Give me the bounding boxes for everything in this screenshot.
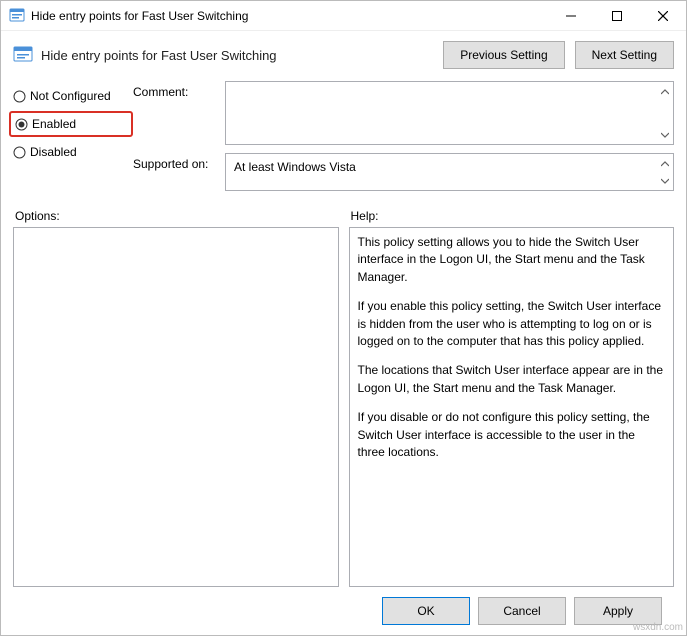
window-controls [548,1,686,31]
maximize-button[interactable] [594,1,640,31]
scroll-up-icon[interactable] [656,156,673,171]
radio-label: Disabled [30,145,77,159]
radio-enabled[interactable]: Enabled [9,111,133,137]
watermark-text: wsxdn.com [633,622,683,633]
options-label: Options: [13,203,339,227]
minimize-button[interactable] [548,1,594,31]
content-area: Not Configured Enabled Disabled Comment: [1,73,686,635]
help-box[interactable]: This policy setting allows you to hide t… [349,227,675,587]
radio-label: Enabled [32,117,76,131]
scroll-down-icon[interactable] [656,173,673,188]
scroll-down-icon[interactable] [656,127,673,142]
comment-row: Comment: [133,81,674,145]
fields-column: Comment: Supported on: At least Windows … [133,81,674,199]
header-row: Hide entry points for Fast User Switchin… [1,31,686,73]
help-text: If you disable or do not configure this … [358,409,666,461]
supported-value: At least Windows Vista [234,160,356,174]
help-text: The locations that Switch User interface… [358,362,666,397]
panels-row: Options: Help: This policy setting allow… [13,203,674,587]
previous-setting-button[interactable]: Previous Setting [443,41,564,69]
help-text: This policy setting allows you to hide t… [358,234,666,286]
radio-not-configured[interactable]: Not Configured [13,83,133,109]
apply-button[interactable]: Apply [574,597,662,625]
help-label: Help: [349,203,675,227]
help-text: If you enable this policy setting, the S… [358,298,666,350]
policy-icon [9,8,25,24]
page-heading: Hide entry points for Fast User Switchin… [41,48,433,63]
config-row: Not Configured Enabled Disabled Comment: [13,81,674,199]
radio-disabled[interactable]: Disabled [13,139,133,165]
options-panel: Options: [13,203,339,587]
scroll-up-icon[interactable] [656,84,673,99]
comment-textarea[interactable] [225,81,674,145]
radio-off-icon [13,90,26,103]
supported-row: Supported on: At least Windows Vista [133,153,674,191]
radio-on-icon [15,118,28,131]
state-radios: Not Configured Enabled Disabled [13,81,133,199]
titlebar: Hide entry points for Fast User Switchin… [1,1,686,31]
policy-header-icon [13,45,33,65]
comment-scrollbar [656,82,673,144]
comment-label: Comment: [133,81,225,145]
help-panel: Help: This policy setting allows you to … [349,203,675,587]
policy-editor-window: Hide entry points for Fast User Switchin… [0,0,687,636]
supported-scrollbar [656,154,673,190]
cancel-button[interactable]: Cancel [478,597,566,625]
footer-buttons: OK Cancel Apply [13,587,674,635]
radio-off-icon [13,146,26,159]
supported-label: Supported on: [133,153,225,191]
options-box[interactable] [13,227,339,587]
radio-label: Not Configured [30,89,111,103]
next-setting-button[interactable]: Next Setting [575,41,674,69]
ok-button[interactable]: OK [382,597,470,625]
window-title: Hide entry points for Fast User Switchin… [31,9,248,23]
close-button[interactable] [640,1,686,31]
supported-textarea: At least Windows Vista [225,153,674,191]
